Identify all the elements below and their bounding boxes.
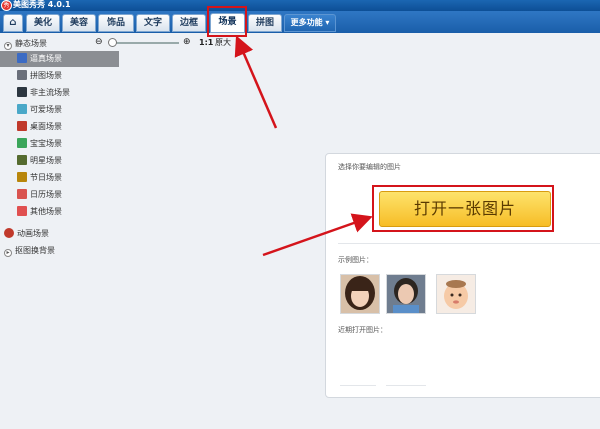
tab-collage[interactable]: 拼图 [248, 14, 282, 32]
tab-text[interactable]: 文字 [136, 14, 170, 32]
sidebar-item-baby-scene[interactable]: 宝宝场景 [0, 136, 119, 152]
app-logo-icon: 秀 [1, 0, 12, 11]
sidebar-item-calendar-scene[interactable]: 日历场景 [0, 187, 119, 203]
zoom-slider-thumb[interactable] [108, 38, 117, 47]
alternative-scene-icon [17, 87, 27, 97]
sidebar-item-realistic-scene[interactable]: 逼真场景 [0, 51, 119, 67]
collage-scene-icon [17, 70, 27, 80]
sample-image-2[interactable] [386, 274, 426, 314]
open-image-panel: 选择你要编辑的图片 打开一张图片 示例图片： 近期打开图片： [325, 153, 600, 398]
zoom-out-icon[interactable]: ⊖ [95, 37, 103, 48]
recent-placeholder-2 [386, 385, 426, 386]
scene-sidebar: ▾ 静态场景 逼真场景拼图场景非主流场景可爱场景桌面场景宝宝场景明星场景节日场景日… [0, 33, 119, 429]
other-scene-icon [17, 206, 27, 216]
arrow-to-scene-tab [234, 35, 278, 129]
recent-images-label: 近期打开图片： [338, 326, 387, 334]
zoom-slider-track[interactable] [109, 42, 179, 44]
sample-images-label: 示例图片： [338, 256, 373, 264]
cutout-background-group[interactable]: ▸ 抠图换背景 [0, 243, 106, 259]
animation-scene-icon [4, 228, 14, 238]
calendar-scene-icon [17, 189, 27, 199]
main-tab-bar: ⌂ 美化 美容 饰品 文字 边框 场景 拼图 更多功能 ▾ [0, 11, 600, 33]
baby-scene-icon [17, 138, 27, 148]
sidebar-item-label: 明星场景 [30, 156, 62, 165]
sidebar-item-label: 拼图场景 [30, 71, 62, 80]
collapse-toggle-icon[interactable]: ▾ [4, 42, 12, 50]
panel-divider [338, 243, 600, 244]
tab-accessories[interactable]: 饰品 [98, 14, 134, 32]
select-image-prompt: 选择你要编辑的图片 [338, 163, 401, 171]
desktop-scene-icon [17, 121, 27, 131]
zoom-in-icon[interactable]: ⊕ [183, 37, 191, 48]
sidebar-item-label: 逼真场景 [30, 54, 62, 63]
sidebar-item-star-scene[interactable]: 明星场景 [0, 153, 119, 169]
holiday-scene-icon [17, 172, 27, 182]
more-functions-dropdown[interactable]: 更多功能 ▾ [284, 14, 336, 32]
sidebar-item-label: 宝宝场景 [30, 139, 62, 148]
sidebar-item-collage-scene[interactable]: 拼图场景 [0, 68, 119, 84]
home-tab[interactable]: ⌂ [3, 14, 23, 32]
sample-image-3[interactable] [436, 274, 476, 314]
sidebar-item-other-scene[interactable]: 其他场景 [0, 204, 119, 220]
star-scene-icon [17, 155, 27, 165]
open-image-button[interactable]: 打开一张图片 [379, 191, 551, 227]
sidebar-item-label: 日历场景 [30, 190, 62, 199]
zoom-toolbar: ⊖ ⊕ 1:1 原大 [95, 37, 265, 49]
sidebar-item-label: 非主流场景 [30, 88, 70, 97]
animated-scenes-group[interactable]: 动画场景 [0, 226, 106, 242]
title-bar: 秀 美图秀秀 4.0.1 [0, 0, 600, 11]
sidebar-item-holiday-scene[interactable]: 节日场景 [0, 170, 119, 186]
tab-scene[interactable]: 场景 [210, 13, 245, 33]
static-scenes-group[interactable]: ▾ 静态场景 [0, 36, 106, 52]
app-title: 美图秀秀 4.0.1 [13, 0, 71, 9]
realistic-scene-icon [17, 53, 27, 63]
sidebar-item-label: 桌面场景 [30, 122, 62, 131]
expand-toggle-icon[interactable]: ▸ [4, 249, 12, 257]
tab-makeup[interactable]: 美容 [62, 14, 96, 32]
tab-frame[interactable]: 边框 [172, 14, 206, 32]
sidebar-item-desktop-scene[interactable]: 桌面场景 [0, 119, 119, 135]
recent-placeholder-1 [340, 385, 376, 386]
tab-beautify[interactable]: 美化 [26, 14, 60, 32]
sidebar-item-cute-scene[interactable]: 可爱场景 [0, 102, 119, 118]
sidebar-item-label: 节日场景 [30, 173, 62, 182]
original-size-button[interactable]: 原大 [215, 37, 231, 48]
cute-scene-icon [17, 104, 27, 114]
sample-image-1[interactable] [340, 274, 380, 314]
actual-size-icon[interactable]: 1:1 [199, 37, 213, 48]
sidebar-item-label: 其他场景 [30, 207, 62, 216]
sidebar-item-alternative-scene[interactable]: 非主流场景 [0, 85, 119, 101]
sidebar-item-label: 可爱场景 [30, 105, 62, 114]
